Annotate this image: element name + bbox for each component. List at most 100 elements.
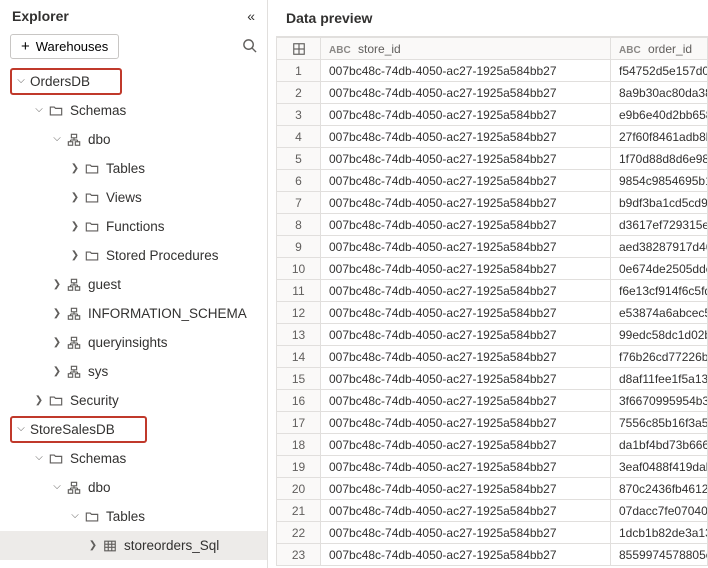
chevron-right-icon[interactable] xyxy=(68,250,82,261)
tree-item-ssdb-schemas[interactable]: Schemas xyxy=(0,444,267,473)
tree-item-ordersdb[interactable]: OrdersDB xyxy=(0,67,267,96)
tree-item-ordersdb-functions[interactable]: Functions xyxy=(0,212,267,241)
chevron-right-icon[interactable] xyxy=(50,366,64,377)
tree-item-ordersdb-views[interactable]: Views xyxy=(0,183,267,212)
table-row[interactable]: 3007bc48c-74db-4050-ac27-1925a584bb27e9b… xyxy=(277,104,708,126)
table-row[interactable]: 14007bc48c-74db-4050-ac27-1925a584bb27f7… xyxy=(277,346,708,368)
chevron-right-icon[interactable] xyxy=(50,308,64,319)
chevron-right-icon[interactable] xyxy=(68,221,82,232)
tree-item-ordersdb-dbo[interactable]: dbo xyxy=(0,125,267,154)
table-row[interactable]: 1007bc48c-74db-4050-ac27-1925a584bb27f54… xyxy=(277,60,708,82)
chevron-down-icon[interactable] xyxy=(32,105,46,116)
tree-item-ordersdb-guest[interactable]: guest xyxy=(0,270,267,299)
table-row[interactable]: 16007bc48c-74db-4050-ac27-1925a584bb273f… xyxy=(277,390,708,412)
data-grid[interactable]: store_id order_id 1007bc48c-74db-4050-ac… xyxy=(276,36,708,568)
cell-order-id: 8559974578805e08 xyxy=(611,544,708,566)
chevron-right-icon[interactable] xyxy=(50,337,64,348)
tree-item-label: Stored Procedures xyxy=(106,248,219,263)
cell-store-id: 007bc48c-74db-4050-ac27-1925a584bb27 xyxy=(321,258,611,280)
cell-order-id: 7556c85b16f3a5e8 xyxy=(611,412,708,434)
cell-store-id: 007bc48c-74db-4050-ac27-1925a584bb27 xyxy=(321,126,611,148)
chevron-right-icon[interactable] xyxy=(86,540,100,551)
tree-item-ordersdb-schemas[interactable]: Schemas xyxy=(0,96,267,125)
cell-store-id: 007bc48c-74db-4050-ac27-1925a584bb27 xyxy=(321,324,611,346)
chevron-down-icon[interactable] xyxy=(50,482,64,493)
cell-store-id: 007bc48c-74db-4050-ac27-1925a584bb27 xyxy=(321,104,611,126)
cell-store-id: 007bc48c-74db-4050-ac27-1925a584bb27 xyxy=(321,214,611,236)
column-header-store-id[interactable]: store_id xyxy=(321,38,611,60)
tree-item-ordersdb-tables[interactable]: Tables xyxy=(0,154,267,183)
schema-icon xyxy=(66,480,82,496)
row-number-header[interactable] xyxy=(277,38,321,60)
chevron-down-icon[interactable] xyxy=(14,76,28,87)
table-row[interactable]: 22007bc48c-74db-4050-ac27-1925a584bb271d… xyxy=(277,522,708,544)
table-row[interactable]: 10007bc48c-74db-4050-ac27-1925a584bb270e… xyxy=(277,258,708,280)
explorer-toolbar: + Warehouses xyxy=(0,30,267,67)
schema-icon xyxy=(66,364,82,380)
table-row[interactable]: 9007bc48c-74db-4050-ac27-1925a584bb27aed… xyxy=(277,236,708,258)
cell-order-id: 0e674de2505ddebf xyxy=(611,258,708,280)
table-row[interactable]: 4007bc48c-74db-4050-ac27-1925a584bb2727f… xyxy=(277,126,708,148)
folder-icon xyxy=(48,451,64,467)
table-row[interactable]: 2007bc48c-74db-4050-ac27-1925a584bb278a9… xyxy=(277,82,708,104)
column-label: order_id xyxy=(648,42,692,56)
tree-item-storesalesdb[interactable]: StoreSalesDB xyxy=(0,415,267,444)
grid-icon xyxy=(277,42,320,56)
table-row[interactable]: 23007bc48c-74db-4050-ac27-1925a584bb2785… xyxy=(277,544,708,566)
cell-store-id: 007bc48c-74db-4050-ac27-1925a584bb27 xyxy=(321,148,611,170)
cell-order-id: aed38287917d46c0 xyxy=(611,236,708,258)
row-number-cell: 21 xyxy=(277,500,321,522)
table-row[interactable]: 8007bc48c-74db-4050-ac27-1925a584bb27d36… xyxy=(277,214,708,236)
table-row[interactable]: 13007bc48c-74db-4050-ac27-1925a584bb2799… xyxy=(277,324,708,346)
cell-store-id: 007bc48c-74db-4050-ac27-1925a584bb27 xyxy=(321,170,611,192)
table-row[interactable]: 20007bc48c-74db-4050-ac27-1925a584bb2787… xyxy=(277,478,708,500)
chevron-down-icon[interactable] xyxy=(50,134,64,145)
cell-order-id: 3eaf0488f419dab6 xyxy=(611,456,708,478)
cell-store-id: 007bc48c-74db-4050-ac27-1925a584bb27 xyxy=(321,192,611,214)
tree-item-ordersdb-sys[interactable]: sys xyxy=(0,357,267,386)
chevron-down-icon[interactable] xyxy=(14,424,28,435)
tree-item-ssdb-storeorders[interactable]: storeorders_Sql xyxy=(0,531,267,560)
table-row[interactable]: 7007bc48c-74db-4050-ac27-1925a584bb27b9d… xyxy=(277,192,708,214)
add-warehouse-button[interactable]: + Warehouses xyxy=(10,34,119,59)
search-button[interactable] xyxy=(242,38,257,56)
chevron-right-icon[interactable] xyxy=(68,163,82,174)
table-row[interactable]: 18007bc48c-74db-4050-ac27-1925a584bb27da… xyxy=(277,434,708,456)
row-number-cell: 2 xyxy=(277,82,321,104)
cell-order-id: f76b26cd77226ba5 xyxy=(611,346,708,368)
chevron-right-icon[interactable] xyxy=(68,192,82,203)
table-row[interactable]: 19007bc48c-74db-4050-ac27-1925a584bb273e… xyxy=(277,456,708,478)
table-row[interactable]: 11007bc48c-74db-4050-ac27-1925a584bb27f6… xyxy=(277,280,708,302)
table-row[interactable]: 6007bc48c-74db-4050-ac27-1925a584bb27985… xyxy=(277,170,708,192)
table-row[interactable]: 15007bc48c-74db-4050-ac27-1925a584bb27d8… xyxy=(277,368,708,390)
chevron-down-icon[interactable] xyxy=(68,511,82,522)
row-number-cell: 11 xyxy=(277,280,321,302)
tree-item-ssdb-dbo[interactable]: dbo xyxy=(0,473,267,502)
collapse-panel-icon[interactable]: « xyxy=(247,8,255,24)
column-header-order-id[interactable]: order_id xyxy=(611,38,708,60)
table-icon xyxy=(102,538,118,554)
tree-item-label: queryinsights xyxy=(88,335,168,350)
chevron-right-icon[interactable] xyxy=(32,395,46,406)
explorer-tree[interactable]: OrdersDBSchemasdboTablesViewsFunctionsSt… xyxy=(0,67,267,568)
cell-order-id: 9854c9854695b185 xyxy=(611,170,708,192)
cell-store-id: 007bc48c-74db-4050-ac27-1925a584bb27 xyxy=(321,302,611,324)
table-row[interactable]: 12007bc48c-74db-4050-ac27-1925a584bb27e5… xyxy=(277,302,708,324)
chevron-right-icon[interactable] xyxy=(50,279,64,290)
tree-item-ordersdb-qinsights[interactable]: queryinsights xyxy=(0,328,267,357)
row-number-cell: 16 xyxy=(277,390,321,412)
tree-item-ordersdb-security[interactable]: Security xyxy=(0,386,267,415)
table-row[interactable]: 5007bc48c-74db-4050-ac27-1925a584bb271f7… xyxy=(277,148,708,170)
chevron-down-icon[interactable] xyxy=(32,453,46,464)
folder-icon xyxy=(84,190,100,206)
tree-item-ssdb-tables[interactable]: Tables xyxy=(0,502,267,531)
table-row[interactable]: 21007bc48c-74db-4050-ac27-1925a584bb2707… xyxy=(277,500,708,522)
table-row[interactable]: 17007bc48c-74db-4050-ac27-1925a584bb2775… xyxy=(277,412,708,434)
cell-store-id: 007bc48c-74db-4050-ac27-1925a584bb27 xyxy=(321,60,611,82)
cell-store-id: 007bc48c-74db-4050-ac27-1925a584bb27 xyxy=(321,500,611,522)
cell-store-id: 007bc48c-74db-4050-ac27-1925a584bb27 xyxy=(321,522,611,544)
cell-store-id: 007bc48c-74db-4050-ac27-1925a584bb27 xyxy=(321,390,611,412)
tree-item-ordersdb-infschema[interactable]: INFORMATION_SCHEMA xyxy=(0,299,267,328)
cell-store-id: 007bc48c-74db-4050-ac27-1925a584bb27 xyxy=(321,456,611,478)
tree-item-ordersdb-sprocs[interactable]: Stored Procedures xyxy=(0,241,267,270)
